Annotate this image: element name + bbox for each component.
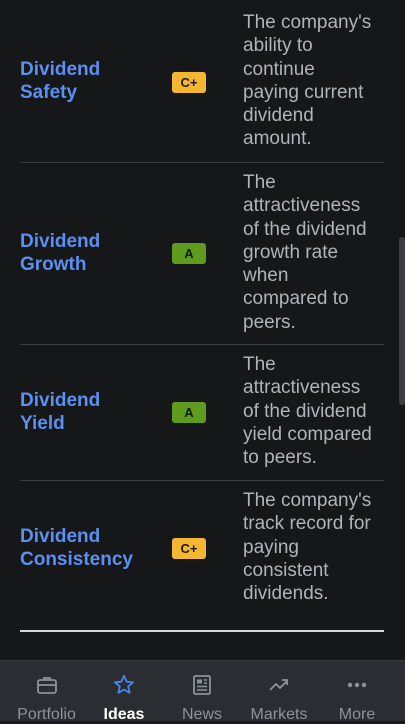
description-line: attractiveness [243,195,361,217]
tab-label: Markets [250,706,308,723]
description-line: dividends. [243,583,329,605]
rating-label-line: Yield [20,413,65,434]
rating-row-safety: Dividend Safety C+ The company's ability… [20,0,384,163]
tab-label: Portfolio [17,706,76,723]
grade-badge: A [172,402,206,423]
tab-ideas[interactable]: Ideas [93,661,155,723]
description-line: attractiveness [243,377,361,399]
description-line: when [243,265,289,287]
tab-label: News [181,706,222,723]
grade-badge: A [172,243,206,264]
rating-description: The attractiveness of the dividend yield… [243,353,388,469]
briefcase-icon [36,677,57,694]
description-line: amount. [243,128,312,150]
star-icon [114,674,134,694]
rating-description: The company's track record for paying co… [243,489,388,605]
description-line: The [243,354,276,375]
rating-label[interactable]: Dividend Growth [20,230,160,276]
description-line: consistent [243,559,329,581]
tab-markets[interactable]: Markets [244,661,314,723]
rating-description: The attractiveness of the dividend growt… [243,171,388,334]
description-line: peers. [243,311,296,333]
rating-label[interactable]: Dividend Yield [20,389,160,435]
rating-label-line: Growth [20,254,87,275]
rating-label-line: Dividend [20,231,101,252]
description-line: The company's [243,490,372,511]
description-line: The [243,172,276,193]
description-line: continue [243,58,315,80]
scrollbar[interactable] [399,237,405,405]
description-line: paying [243,536,299,558]
grade-badge: C+ [172,538,206,559]
tab-more[interactable]: More [328,661,386,723]
rating-label[interactable]: Dividend Consistency [20,525,160,571]
dividend-ratings-list: Dividend Safety C+ The company's ability… [0,0,405,660]
trending-up-icon [269,679,288,691]
rating-label[interactable]: Dividend Safety [20,58,160,104]
rating-label-line: Dividend [20,390,101,411]
rating-label-line: Consistency [20,549,133,570]
section-divider [20,630,384,632]
description-line: of the dividend [243,218,367,240]
description-line: dividend [243,105,314,127]
rating-row-consistency: Dividend Consistency C+ The company's tr… [20,481,384,616]
description-line: track record for [243,513,371,535]
tab-label: Ideas [103,706,145,723]
description-line: The company's [243,12,372,33]
description-line: compared to [243,288,349,310]
bottom-tab-bar: Portfolio Ideas News Markets More [0,660,405,723]
rating-label-line: Dividend [20,59,101,80]
rating-row-growth: Dividend Growth A The attractiveness of … [20,163,384,345]
description-line: ability to [243,35,313,57]
rating-row-yield: Dividend Yield A The attractiveness of t… [20,345,384,481]
description-line: to peers. [243,447,317,469]
newspaper-icon [193,675,211,695]
tab-portfolio[interactable]: Portfolio [0,661,93,723]
tab-news[interactable]: News [168,661,236,723]
description-line: yield compared [243,423,372,445]
rating-description: The company's ability to continue paying… [243,11,388,151]
grade-badge: C+ [172,72,206,93]
description-line: of the dividend [243,400,367,422]
more-dots-icon [347,682,367,688]
rating-label-line: Safety [20,82,78,103]
description-line: growth rate [243,241,339,263]
description-line: paying current [243,81,364,103]
rating-label-line: Dividend [20,526,101,547]
tab-label: More [338,706,376,723]
